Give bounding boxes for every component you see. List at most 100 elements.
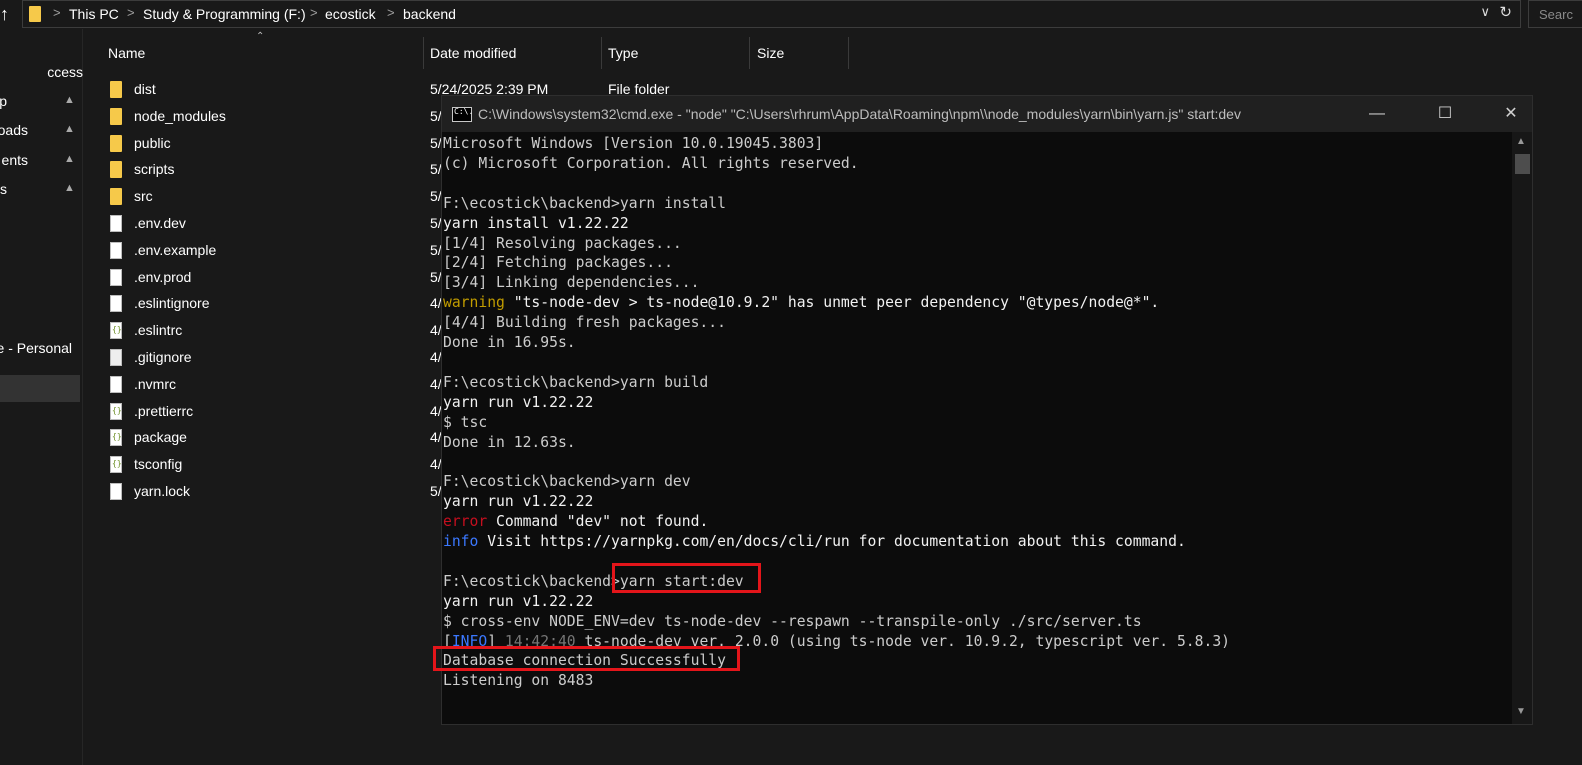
terminal-line: Done in 12.63s. — [443, 433, 576, 453]
search-placeholder: Searc — [1539, 7, 1573, 22]
refresh-icon[interactable]: ↻ — [1499, 3, 1512, 21]
terminal-text: error — [443, 513, 488, 531]
nav-item-documents[interactable]: ents ▲ — [0, 149, 83, 173]
scroll-up-icon[interactable]: ▲ — [1516, 136, 1526, 147]
column-header-type[interactable]: Type — [608, 45, 638, 75]
breadcrumb-ecostick[interactable]: ecostick — [325, 6, 376, 22]
nav-item-label: oads — [0, 122, 28, 138]
file-date: 4/ — [430, 429, 442, 446]
file-date: 4/ — [430, 295, 442, 312]
nav-item-selected[interactable] — [0, 375, 80, 402]
folder-icon — [110, 107, 122, 125]
breadcrumb-backend[interactable]: backend — [403, 6, 456, 22]
maximize-button[interactable]: ☐ — [1430, 102, 1460, 126]
terminal-output[interactable]: Microsoft Windows [Version 10.0.19045.38… — [442, 132, 1512, 724]
file-icon — [110, 349, 122, 366]
pin-icon: ▲ — [64, 182, 75, 194]
file-name: tsconfig — [134, 456, 183, 473]
terminal-text: F:\ecostick\backend>yarn install — [443, 194, 726, 212]
terminal-text: [2/4] Fetching packages... — [443, 254, 673, 272]
nav-item-label: e - Personal — [0, 340, 72, 356]
column-header-size[interactable]: Size — [757, 45, 784, 75]
nav-item-onedrive-personal[interactable]: e - Personal — [0, 337, 83, 361]
highlight-box-db-success — [433, 646, 740, 671]
terminal-line: yarn run v1.22.22 — [443, 492, 593, 512]
file-name: .env.dev — [134, 215, 186, 231]
cmd-window[interactable]: C:\. C:\Windows\system32\cmd.exe - "node… — [441, 95, 1533, 725]
file-date: 5/ — [430, 215, 442, 231]
column-divider[interactable] — [749, 37, 750, 69]
chevron-right-icon: > — [53, 5, 61, 20]
up-arrow-icon[interactable]: ↑ — [0, 3, 14, 25]
nav-item-downloads[interactable]: oads ▲ — [0, 119, 83, 143]
terminal-text: yarn run v1.22.22 — [443, 592, 594, 610]
file-date: 5/ — [430, 241, 442, 258]
address-bar[interactable]: > This PC > Study & Programming (F:) > e… — [22, 0, 1521, 28]
file-icon — [110, 215, 122, 232]
file-date: 5/ — [430, 107, 442, 124]
terminal-text: yarn install v1.22.22 — [443, 214, 629, 232]
file-name: .gitignore — [134, 349, 192, 365]
terminal-icon: C:\. — [452, 107, 474, 122]
terminal-text: F:\ecostick\backend>yarn dev — [443, 473, 691, 491]
file-name: package — [134, 429, 187, 446]
terminal-text: warning — [443, 294, 505, 312]
terminal-text: yarn run v1.22.22 — [443, 493, 594, 511]
terminal-icon-glyph: C:\. — [454, 107, 474, 116]
chevron-down-icon[interactable]: ∨ — [1480, 4, 1490, 20]
terminal-text: Done in 12.63s. — [443, 433, 576, 451]
terminal-line: F:\ecostick\backend>yarn dev — [443, 472, 691, 492]
terminal-line: (c) Microsoft Corporation. All rights re… — [443, 154, 859, 174]
nav-item-label: ccess — [47, 64, 83, 80]
terminal-text: Visit — [478, 533, 541, 550]
scrollbar-thumb[interactable] — [1515, 154, 1530, 174]
folder-icon — [110, 188, 122, 206]
file-name: dist — [134, 81, 156, 97]
nav-item-label: s — [0, 181, 7, 197]
terminal-line: F:\ecostick\backend>yarn install — [443, 194, 726, 214]
scroll-down-icon[interactable]: ▼ — [1516, 706, 1526, 717]
pin-icon: ▲ — [64, 94, 75, 106]
highlight-box-command — [612, 563, 761, 593]
nav-item-pictures[interactable]: s ▲ — [0, 178, 83, 202]
terminal-line: F:\ecostick\backend>yarn build — [443, 373, 708, 393]
minimize-button[interactable]: — — [1362, 102, 1392, 126]
navigation-pane: ccess p ▲ oads ▲ ents ▲ s ▲ e - Personal — [0, 29, 83, 765]
file-date: 5/ — [430, 268, 442, 285]
file-date: 5/ — [430, 134, 442, 151]
scrollbar[interactable]: ▲ ▼ — [1512, 132, 1532, 724]
column-divider[interactable] — [848, 37, 849, 69]
nav-item-label: ents — [1, 152, 28, 168]
file-name: public — [134, 134, 171, 151]
file-name: scripts — [134, 161, 175, 178]
pin-icon: ▲ — [64, 153, 75, 165]
file-icon — [110, 483, 122, 500]
chevron-right-icon: > — [310, 5, 318, 20]
terminal-text: $ cross-env NODE_ENV=dev ts-node-dev --r… — [443, 612, 1142, 630]
terminal-text: yarn run v1.22.22 — [443, 393, 594, 411]
breadcrumb-drive[interactable]: Study & Programming (F:) — [143, 6, 306, 22]
column-divider[interactable] — [423, 37, 424, 69]
column-divider[interactable] — [601, 37, 602, 69]
column-header-date[interactable]: Date modified — [430, 45, 516, 75]
file-date: 4/ — [430, 349, 442, 365]
terminal-line: yarn install v1.22.22 — [443, 214, 629, 234]
cmd-title: C:\Windows\system32\cmd.exe - "node" "C:… — [478, 106, 1241, 122]
folder-icon — [110, 81, 122, 98]
close-button[interactable]: ✕ — [1496, 102, 1526, 126]
terminal-text: https://yarnpkg.com/en/docs/cli/run — [540, 533, 850, 550]
nav-item-quick-access[interactable]: ccess — [0, 61, 83, 85]
terminal-line: info Visit https://yarnpkg.com/en/docs/c… — [443, 532, 1186, 552]
column-header-name[interactable]: Name — [108, 45, 145, 75]
terminal-text: for documentation about this command. — [849, 533, 1186, 550]
nav-item-desktop[interactable]: p ▲ — [0, 90, 83, 114]
breadcrumb-this-pc[interactable]: This PC — [69, 6, 119, 22]
file-name: .nvmrc — [134, 375, 176, 392]
file-name: .env.prod — [134, 268, 192, 285]
file-icon — [110, 456, 122, 474]
cmd-titlebar[interactable]: C:\. C:\Windows\system32\cmd.exe - "node… — [442, 96, 1532, 132]
file-name: .env.example — [134, 241, 217, 258]
file-name: yarn.lock — [134, 483, 191, 499]
file-icon — [110, 375, 122, 393]
search-input[interactable]: Searc — [1528, 0, 1582, 28]
